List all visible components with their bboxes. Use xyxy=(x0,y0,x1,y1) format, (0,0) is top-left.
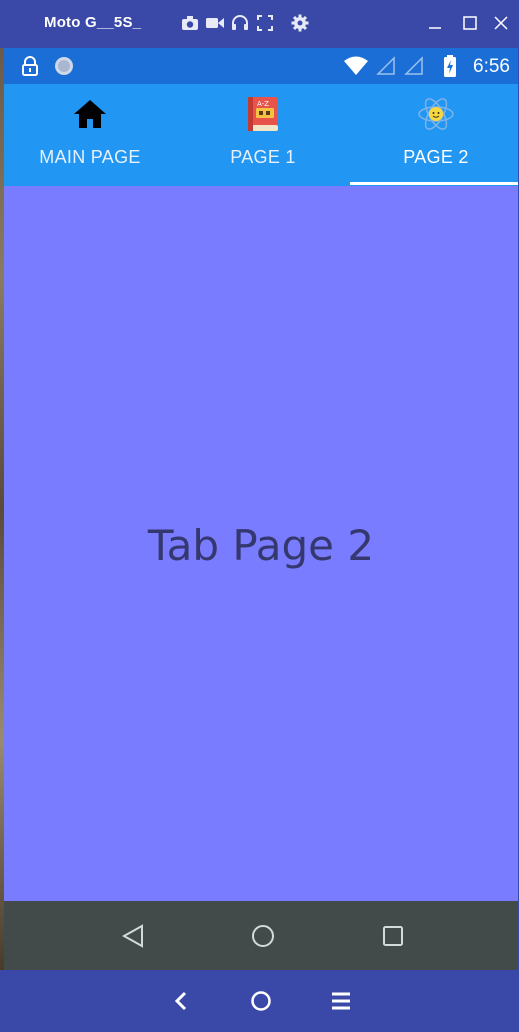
tab-page-1[interactable]: A-Z PAGE 1 xyxy=(177,84,349,186)
tab-label-page-2: PAGE 2 xyxy=(403,147,469,167)
status-time: 6:56 xyxy=(473,56,510,77)
menu-icon[interactable] xyxy=(326,986,356,1016)
lock-icon xyxy=(18,55,42,77)
status-bar: 6:56 xyxy=(4,48,518,84)
tab-label-page-1: PAGE 1 xyxy=(230,147,296,167)
signal-icon xyxy=(402,55,426,77)
emulator-title-bar: Moto G__5S_ xyxy=(0,0,519,48)
android-nav-bar xyxy=(4,901,518,970)
headphones-icon[interactable] xyxy=(230,13,250,33)
back-icon[interactable] xyxy=(118,921,148,951)
device-screen: 6:56 MAIN PAGE A-Z PAGE 1 PAGE 2 Tab Pag… xyxy=(4,48,518,970)
svg-text:A-Z: A-Z xyxy=(257,100,269,108)
minimize-icon[interactable] xyxy=(424,12,446,34)
book-icon: A-Z xyxy=(243,94,283,134)
maximize-icon[interactable] xyxy=(459,12,481,34)
wifi-icon xyxy=(344,55,368,77)
recents-icon[interactable] xyxy=(378,921,408,951)
tab-label-main-page: MAIN PAGE xyxy=(39,147,141,167)
battery-charging-icon xyxy=(438,55,462,77)
tab-bar: MAIN PAGE A-Z PAGE 1 PAGE 2 xyxy=(4,84,518,186)
window-title: Moto G__5S_ xyxy=(44,14,142,31)
video-icon[interactable] xyxy=(205,13,225,33)
tab-page-2[interactable]: PAGE 2 xyxy=(350,84,518,186)
signal-icon xyxy=(374,55,398,77)
camera-icon[interactable] xyxy=(180,13,200,33)
tab-main-page[interactable]: MAIN PAGE xyxy=(4,84,176,186)
atom-icon xyxy=(416,94,456,134)
chevron-left-icon[interactable] xyxy=(166,986,196,1016)
page-heading: Tab Page 2 xyxy=(147,521,375,570)
circle-icon[interactable] xyxy=(246,986,276,1016)
settings-icon[interactable] xyxy=(290,13,310,33)
home-circle-icon[interactable] xyxy=(248,921,278,951)
close-icon[interactable] xyxy=(490,12,512,34)
fullscreen-icon[interactable] xyxy=(255,13,275,33)
home-icon xyxy=(70,94,110,134)
tab-selected-indicator xyxy=(350,182,518,185)
emulator-bottom-bar xyxy=(0,970,519,1032)
sync-icon xyxy=(52,55,76,77)
emulator-window: Moto G__5S_ 6:56 MAIN PAGE A-Z PAGE 1 PA… xyxy=(0,0,519,1032)
tab-page-content: Tab Page 2 xyxy=(4,186,518,901)
